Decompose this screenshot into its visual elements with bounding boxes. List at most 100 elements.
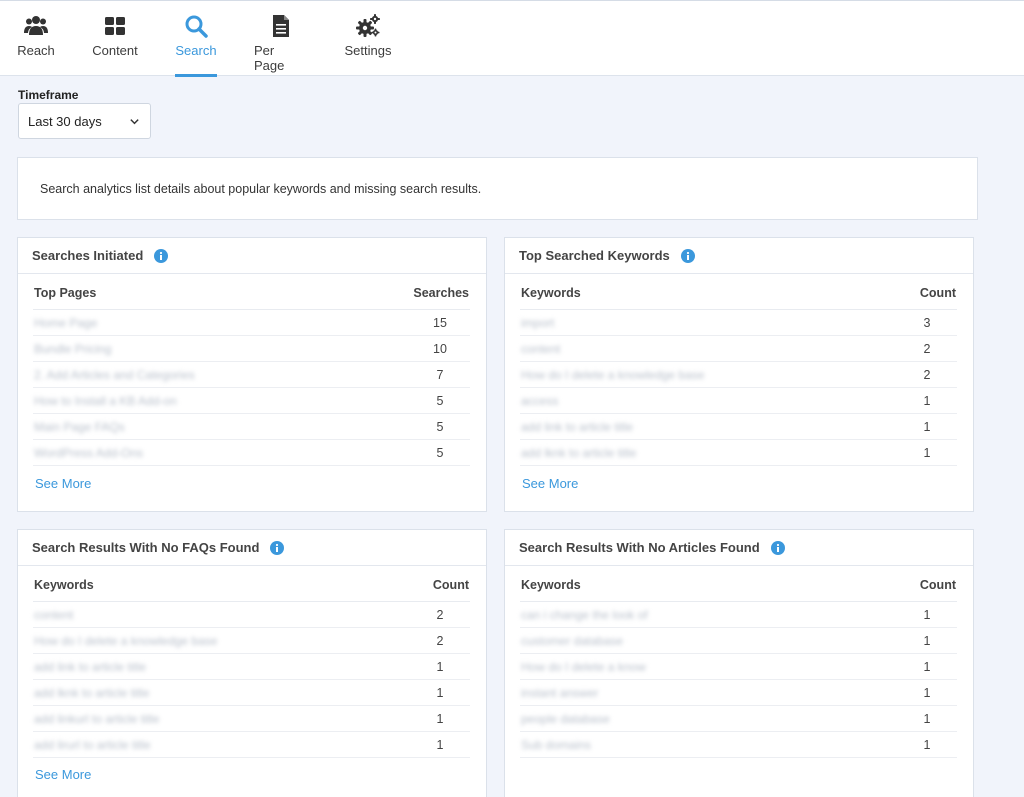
row-page-name[interactable]: Main Page FAQs [33,420,410,434]
table-row[interactable]: Home Page 15 [33,310,470,336]
row-keyword[interactable]: instant answer [520,686,897,700]
row-count: 2 [923,368,931,382]
row-keyword[interactable]: access [520,394,897,408]
row-keyword[interactable]: add lirurl to article title [33,738,410,752]
table-row[interactable]: instant answer 1 [520,680,957,706]
column-header-searches: Searches [413,286,469,300]
row-count: 1 [923,608,931,622]
column-header-keywords: Keywords [34,578,94,592]
row-count: 2 [436,634,444,648]
top-keywords-table: Keywords Count import 3 content 2 How do I… [520,286,957,466]
tab-reach-label: Reach [17,43,55,58]
table-row[interactable]: content 2 [33,602,470,628]
column-header-count: Count [919,578,956,592]
timeframe-selected: Last 30 days [28,113,102,129]
table-row[interactable]: How do I delete a knowledge base 2 [33,628,470,654]
row-keyword[interactable]: content [33,608,410,622]
table-row[interactable]: access 1 [520,388,957,414]
row-keyword[interactable]: add lknk to article title [33,686,410,700]
search-icon [185,15,208,38]
row-page-name[interactable]: Bundle Pricing [33,342,410,356]
panel-no-faqs-found: Search Results With No FAQs Found Keywor… [17,529,487,797]
row-keyword[interactable]: content [520,342,897,356]
row-keyword[interactable]: people database [520,712,897,726]
row-count: 2 [923,342,931,356]
table-row[interactable]: Sub domains 1 [520,732,957,758]
row-count: 1 [923,420,931,434]
panel-header: Searches Initiated [18,238,486,274]
table-row[interactable]: add lknk to article title 1 [33,680,470,706]
info-icon[interactable] [770,540,785,555]
tab-search-label: Search [175,43,217,58]
table-header: Keywords Count [520,286,957,310]
tab-per-page[interactable]: Per Page [254,13,308,77]
table-row[interactable]: people database 1 [520,706,957,732]
row-search-count: 15 [433,316,447,330]
row-page-name[interactable]: How to Install a KB Add-on [33,394,410,408]
table-row[interactable]: Bundle Pricing 10 [33,336,470,362]
info-icon[interactable] [154,248,169,263]
row-count: 1 [436,686,444,700]
panel-no-articles-found: Search Results With No Articles Found Ke… [504,529,974,797]
panel-title: Search Results With No Articles Found [519,540,760,555]
panel-title: Searches Initiated [32,248,144,263]
table-row[interactable]: add lirurl to article title 1 [33,732,470,758]
table-row[interactable]: add linkurl to article title 1 [33,706,470,732]
row-keyword[interactable]: add link to article title [33,660,410,674]
panel-title: Search Results With No FAQs Found [32,540,260,555]
info-icon[interactable] [680,248,695,263]
row-keyword[interactable]: add linkurl to article title [33,712,410,726]
row-count: 2 [436,608,444,622]
table-row[interactable]: 2. Add Articles and Categories 7 [33,362,470,388]
table-row[interactable]: content 2 [520,336,957,362]
row-keyword[interactable]: How do I delete a knowledge base [33,634,410,648]
tab-settings[interactable]: Settings [344,13,392,77]
row-search-count: 5 [436,394,444,408]
analytics-tab-bar: Reach Content Search Per Page Settings [0,0,1024,76]
document-icon [273,15,289,37]
row-page-name[interactable]: 2. Add Articles and Categories [33,368,410,382]
table-row[interactable]: add lknk to article title 1 [520,440,957,466]
row-keyword[interactable]: How do I delete a know [520,660,897,674]
row-keyword[interactable]: can i change the look of [520,608,897,622]
table-header: Keywords Count [33,578,470,602]
row-keyword[interactable]: add lknk to article title [520,446,897,460]
table-row[interactable]: customer database 1 [520,628,957,654]
table-row[interactable]: add link to article title 1 [33,654,470,680]
see-more-link[interactable]: See More [35,767,91,782]
tab-settings-label: Settings [344,43,392,58]
tab-reach[interactable]: Reach [17,13,55,77]
table-row[interactable]: add link to article title 1 [520,414,957,440]
row-count: 1 [436,712,444,726]
row-page-name[interactable]: WordPress Add-Ons [33,446,410,460]
timeframe-select[interactable]: Last 30 days [18,103,151,139]
row-keyword[interactable]: import [520,316,897,330]
chevron-down-icon [130,118,139,124]
tab-content[interactable]: Content [92,13,138,77]
row-keyword[interactable]: customer database [520,634,897,648]
row-keyword[interactable]: add link to article title [520,420,897,434]
tab-search[interactable]: Search [175,13,217,77]
users-icon [24,16,48,35]
table-row[interactable]: WordPress Add-Ons 5 [33,440,470,466]
table-row[interactable]: How do I delete a knowledge base 2 [520,362,957,388]
row-count: 3 [923,316,931,330]
row-keyword[interactable]: How do I delete a knowledge base [520,368,897,382]
see-more-link[interactable]: See More [522,476,578,491]
table-row[interactable]: import 3 [520,310,957,336]
panel-searches-initiated: Searches Initiated Top Pages Searches Ho… [17,237,487,512]
row-count: 1 [923,686,931,700]
row-count: 1 [923,634,931,648]
row-count: 1 [436,660,444,674]
panel-top-searched-keywords: Top Searched Keywords Keywords Count imp… [504,237,974,512]
table-row[interactable]: How to Install a KB Add-on 5 [33,388,470,414]
table-row[interactable]: Main Page FAQs 5 [33,414,470,440]
row-keyword[interactable]: Sub domains [520,738,897,752]
row-page-name[interactable]: Home Page [33,316,410,330]
row-search-count: 10 [433,342,447,356]
table-row[interactable]: can i change the look of 1 [520,602,957,628]
table-row[interactable]: How do I delete a know 1 [520,654,957,680]
tab-content-label: Content [92,43,138,58]
info-icon[interactable] [270,540,285,555]
see-more-link[interactable]: See More [35,476,91,491]
